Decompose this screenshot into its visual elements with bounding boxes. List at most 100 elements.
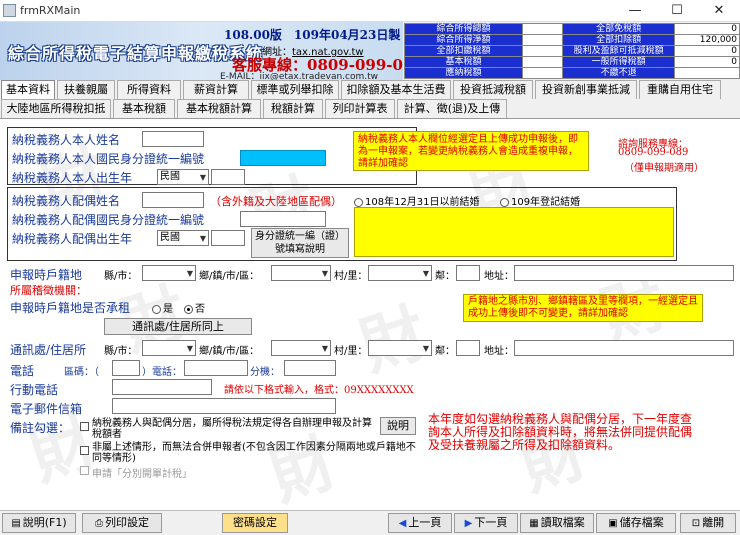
consult-line2: 0809-099-089 [618, 147, 689, 158]
prev-page-button[interactable]: ◀ 上一頁 [388, 513, 452, 533]
id-help-button[interactable]: 身分證統一編（證）號填寫說明 [251, 228, 349, 258]
password-button[interactable]: 密碼設定 [222, 513, 288, 533]
tax-office-label: 所屬稽徵機關： [10, 284, 87, 297]
summary-value: 0 [674, 56, 740, 68]
exit-icon: ⊡ [691, 518, 701, 529]
mailing-address-input[interactable] [514, 340, 734, 356]
taxpayer-name-input[interactable] [142, 131, 204, 147]
tab-dependents[interactable]: 扶養親屬 [57, 80, 115, 99]
banner: 108.00版 109年04月23日製 綜合所得稅電子結算申報繳稅系統 網址：t… [0, 22, 403, 80]
marriage-after-option[interactable]: 109年登記結婚 [500, 193, 580, 208]
tab-calc-upload[interactable]: 計算、徵(退)及上傳 [397, 99, 507, 118]
basic-info-panel: 財 財 財 財 財 財 財 財 財 納稅義務人本人姓名 納稅義務人本人國民身分證… [0, 118, 740, 510]
folder-icon: ▦ [529, 518, 539, 529]
exit-button[interactable]: ⊡ 離開 [680, 513, 736, 533]
print-setup-button[interactable]: ⎙ 列印設定 [82, 513, 162, 533]
summary-label: 不繳不退 [561, 67, 676, 79]
tab-tax-calc[interactable]: 稅額計算 [263, 99, 323, 118]
taxpayer-birth-year-input[interactable] [211, 169, 245, 185]
taxpayer-id-input[interactable] [240, 150, 326, 166]
household-neighborhood-label: 鄰： [435, 271, 455, 282]
spouse-name-input[interactable] [142, 192, 204, 208]
tab-startup-investment[interactable]: 投資新創事業抵減 [535, 80, 637, 99]
household-town-select[interactable]: ▼ [271, 265, 331, 281]
marriage-before-option[interactable]: 108年12月31日以前結婚 [354, 193, 480, 208]
taxpayer-notice: 納稅義務人本人欄位經選定且上傳成功申報後，即為一申報案，若變更納稅義務人會造成重… [353, 131, 589, 171]
tab-basic-living[interactable]: 扣除額及基本生活費 [341, 80, 451, 99]
spouse-notice-area [354, 207, 674, 257]
minimize-button[interactable]: — [614, 0, 656, 22]
summary-label: 全部免稅額 [561, 23, 676, 35]
rent-no-radio[interactable] [184, 304, 193, 314]
marriage-before-radio[interactable] [354, 197, 363, 207]
bottom-toolbar: ▤ 說明(F1) ⎙ 列印設定 密碼設定 ◀ 上一頁 ▶ 下一頁 ▦ 讀取檔案 ▣ 儲存檔案… [0, 510, 740, 535]
remarks-notice: 本年度如勾選納稅義務人與配偶分居，下一年度查詢本人所得及扣除額資料時，將無法併同… [428, 412, 693, 452]
tab-salary-calc[interactable]: 薪資計算 [183, 80, 249, 99]
help-button-label: 說明(F1) [22, 516, 67, 529]
household-village-select[interactable]: ▼ [368, 265, 432, 281]
chevron-down-icon: ▼ [422, 269, 429, 278]
summary-label: 股利及盈餘可抵減稅額 [561, 45, 676, 57]
mailing-village-select[interactable]: ▼ [368, 340, 432, 356]
area-code-input[interactable] [112, 360, 140, 376]
mailing-county-select[interactable]: ▼ [142, 340, 196, 356]
spouse-birth-label: 納稅義務人配偶出生年 [12, 232, 133, 246]
document-icon: ▤ [11, 518, 21, 529]
mobile-hint: 請依以下格式輸入，格式：09XXXXXXXX [224, 385, 414, 396]
tab-investment-credit[interactable]: 投資抵減稅額 [453, 80, 533, 99]
tab-mainland-credit[interactable]: 大陸地區所得稅扣抵 [1, 99, 111, 118]
taxpayer-birth-label: 納稅義務人本人出生年 [12, 171, 133, 185]
tab-basic-tax-calc[interactable]: 基本稅額計算 [177, 99, 261, 118]
mailing-town-label: 鄉/鎮/市/區： [199, 346, 260, 357]
taxpayer-era-value: 民國 [160, 171, 180, 182]
save-file-label: 儲存檔案 [619, 516, 664, 529]
phone-number-input[interactable] [184, 360, 248, 376]
mailing-village-label: 村/里： [334, 346, 368, 357]
help-button[interactable]: ▤ 說明(F1) [2, 513, 76, 533]
mailing-county-label: 縣/市： [104, 346, 138, 357]
arrow-right-icon: ▶ [464, 518, 473, 529]
household-label: 申報時戶籍地 [10, 268, 83, 282]
remarks-explain-button[interactable]: 說明 [380, 417, 416, 435]
close-button[interactable]: ✕ [698, 0, 740, 22]
rent-yes-radio[interactable] [152, 304, 161, 314]
rent-no-option[interactable]: 否 [184, 300, 205, 315]
save-file-button[interactable]: ▣ 儲存檔案 [596, 513, 676, 533]
mailing-neighborhood-input[interactable] [456, 340, 480, 356]
household-notice: 戶籍地之縣市別、鄉鎮轄區及里等欄項，一經選定且成功上傳後即不可變更，請詳加確認 [463, 294, 703, 322]
taxpayer-era-select[interactable]: 民國 ▼ [157, 169, 209, 185]
tab-home-repurchase[interactable]: 重購自用住宅 [639, 80, 721, 99]
rent-yes-option[interactable]: 是 [152, 300, 173, 315]
remark-cannot-combine-checkbox[interactable] [80, 446, 89, 455]
household-county-select[interactable]: ▼ [142, 265, 196, 281]
watermark: 財 [347, 281, 436, 388]
spouse-era-select[interactable]: 民國 ▼ [157, 230, 209, 246]
copy-address-button[interactable]: 通訊處/住居所同上 [104, 318, 252, 335]
remark-separate-checkbox[interactable] [80, 422, 89, 431]
tab-print-sheet[interactable]: 列印計算表 [325, 99, 395, 118]
household-address-input[interactable] [514, 265, 734, 281]
marriage-after-radio[interactable] [500, 197, 509, 207]
spouse-id-input[interactable] [240, 211, 326, 227]
mailing-town-select[interactable]: ▼ [271, 340, 331, 356]
tab-basic-info[interactable]: 基本資料 [1, 80, 55, 100]
spouse-birth-year-input[interactable] [211, 230, 245, 246]
household-neighborhood-input[interactable] [456, 265, 480, 281]
mailing-neighborhood-label: 鄰： [435, 346, 455, 357]
tab-deductions[interactable]: 標準或列舉扣除 [251, 80, 339, 99]
remark-separate-billing-checkbox[interactable] [80, 466, 89, 475]
chevron-down-icon: ▼ [321, 269, 328, 278]
arrow-left-icon: ◀ [398, 518, 407, 529]
summary-label: 綜合所得淨額 [404, 34, 523, 46]
maximize-button[interactable]: ☐ [656, 0, 698, 22]
email-input[interactable] [112, 398, 336, 414]
summary-table-right: 全部免稅額 0 全部扣除額 120,000 股利及盈餘可抵減稅額 0 一般所得稅額 0 … [561, 23, 740, 79]
tab-basic-tax[interactable]: 基本稅額 [113, 99, 175, 118]
summary-value: 0 [674, 23, 740, 35]
extension-input[interactable] [284, 360, 336, 376]
next-page-button[interactable]: ▶ 下一頁 [454, 513, 518, 533]
mobile-input[interactable] [112, 379, 212, 395]
tab-income[interactable]: 所得資料 [117, 80, 181, 99]
load-file-button[interactable]: ▦ 讀取檔案 [520, 513, 594, 533]
remarks-label: 備註勾選： [10, 421, 71, 435]
